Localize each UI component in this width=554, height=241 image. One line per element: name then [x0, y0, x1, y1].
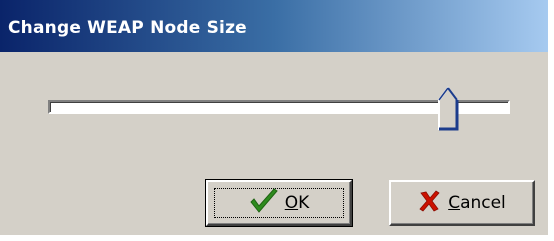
title-bar[interactable]: Change WEAP Node Size: [0, 0, 548, 52]
dialog-title: Change WEAP Node Size: [8, 18, 247, 38]
cancel-label-rest: ancel: [460, 193, 506, 213]
ok-label: OK: [285, 193, 310, 213]
check-icon: [249, 188, 279, 218]
cancel-button[interactable]: Cancel: [389, 180, 535, 226]
ok-mnemonic: O: [284, 193, 299, 213]
dialog-window: Change WEAP Node Size OK Cancel: [0, 0, 549, 236]
x-icon: [418, 189, 442, 217]
ok-label-rest: K: [298, 193, 310, 213]
slider-thumb-shape: [438, 86, 459, 131]
ok-button[interactable]: OK: [205, 179, 353, 227]
slider-thumb[interactable]: [437, 86, 459, 132]
cancel-mnemonic: C: [448, 193, 461, 213]
cancel-label: Cancel: [448, 193, 506, 213]
